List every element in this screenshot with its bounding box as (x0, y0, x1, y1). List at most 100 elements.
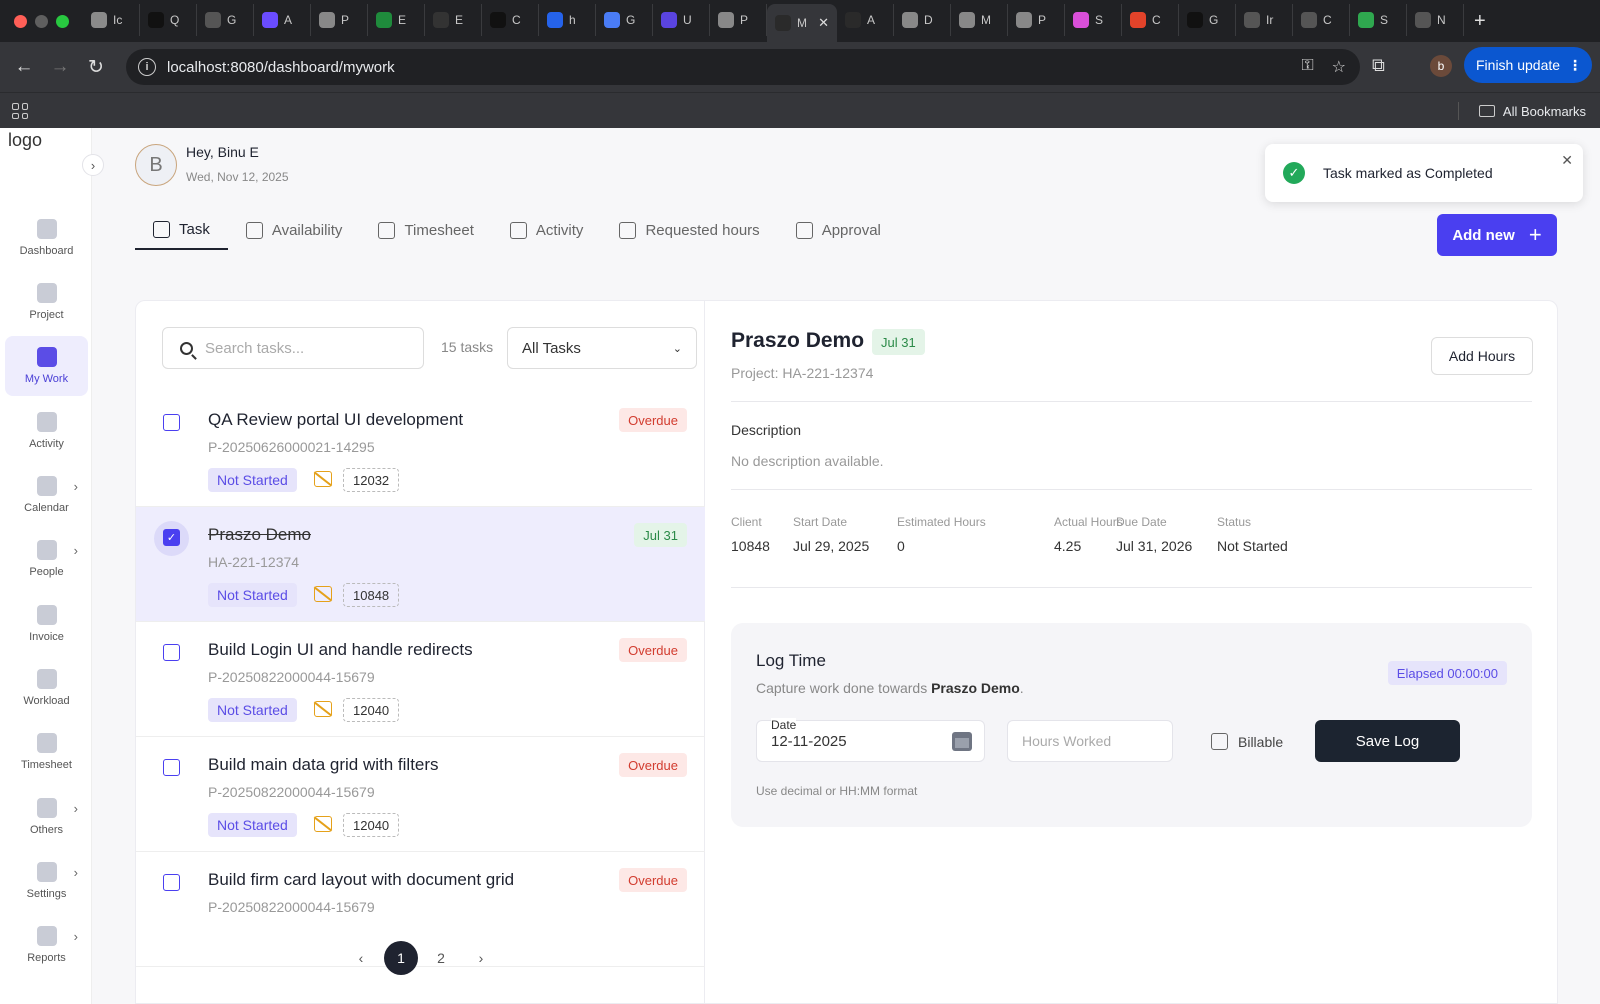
new-tab-button[interactable]: + (1474, 10, 1486, 33)
task-checkbox[interactable] (163, 644, 180, 661)
browser-tab[interactable]: C (482, 4, 539, 36)
add-new-button[interactable]: Add new + (1437, 214, 1557, 256)
extensions-icon[interactable]: ⧉ (1372, 55, 1385, 76)
task-list-item[interactable]: Build main data grid with filters P-2025… (136, 737, 705, 852)
browser-tab[interactable]: C (1293, 4, 1350, 36)
sidebar-toggle-chevron-icon[interactable]: › (82, 154, 104, 176)
sidebar-item-workload[interactable]: Workload (5, 658, 88, 718)
task-checkbox[interactable] (163, 874, 180, 891)
tab-timesheet[interactable]: Timesheet (360, 210, 491, 250)
toast-close-icon[interactable]: ✕ (1561, 152, 1573, 169)
browser-tab[interactable]: N (1407, 4, 1464, 36)
browser-tab[interactable]: P (1008, 4, 1065, 36)
reload-button[interactable]: ↻ (78, 49, 114, 85)
browser-tab[interactable]: A (254, 4, 311, 36)
tab-availability[interactable]: Availability (228, 210, 361, 250)
tab-requested-hours[interactable]: Requested hours (601, 210, 777, 250)
browser-tab[interactable]: S (1065, 4, 1122, 36)
task-checkbox[interactable] (163, 759, 180, 776)
browser-tab[interactable]: G (1179, 4, 1236, 36)
task-checkbox[interactable] (163, 414, 180, 431)
browser-tab[interactable]: M (951, 4, 1008, 36)
page-1-button[interactable]: 1 (384, 941, 418, 975)
billing-off-icon (314, 701, 332, 717)
task-title[interactable]: Build main data grid with filters (208, 755, 439, 775)
minimize-window-button[interactable] (35, 14, 48, 28)
close-tab-icon[interactable]: ✕ (818, 15, 829, 31)
task-list-item[interactable]: Build Login UI and handle redirects P-20… (136, 622, 705, 737)
browser-tab[interactable]: P (311, 4, 368, 36)
logo[interactable]: logo (8, 130, 42, 151)
prev-page-button[interactable]: ‹ (344, 941, 378, 975)
next-page-button[interactable]: › (464, 941, 498, 975)
all-bookmarks-button[interactable]: All Bookmarks (1457, 102, 1586, 120)
url-text[interactable]: localhost:8080/dashboard/mywork (167, 59, 395, 76)
browser-tab[interactable]: P (710, 4, 767, 36)
task-title[interactable]: QA Review portal UI development (208, 410, 463, 430)
sidebar-item-project[interactable]: Project (5, 272, 88, 332)
browser-tab[interactable]: E (368, 4, 425, 36)
tab-task[interactable]: Task (135, 210, 228, 250)
back-button[interactable]: ← (6, 49, 42, 85)
browser-tab[interactable]: h (539, 4, 596, 36)
sidebar-item-calendar[interactable]: Calendar › (5, 465, 88, 525)
hours-worked-input[interactable]: Hours Worked (1007, 720, 1173, 762)
finish-update-button[interactable]: Finish update ⋮ (1464, 47, 1592, 83)
tab-approval[interactable]: Approval (778, 210, 899, 250)
site-info-icon[interactable]: i (138, 58, 156, 76)
browser-tab[interactable]: G (596, 4, 653, 36)
log-date-field[interactable]: Date 12-11-2025 (756, 718, 985, 762)
browser-tab[interactable]: D (894, 4, 951, 36)
browser-tab[interactable]: S (1350, 4, 1407, 36)
checkbox-box[interactable] (1211, 733, 1228, 750)
page-2-button[interactable]: 2 (424, 941, 458, 975)
save-log-button[interactable]: Save Log (1315, 720, 1460, 762)
task-code: P-20250822000044-15679 (208, 784, 375, 800)
tab-favicon-icon (1073, 12, 1089, 28)
task-title[interactable]: Praszo Demo (208, 525, 311, 545)
chevron-right-icon: › (73, 865, 78, 880)
sidebar-item-invoice[interactable]: Invoice (5, 594, 88, 654)
browser-tab[interactable]: Ic (83, 4, 140, 36)
browser-tab[interactable]: C (1122, 4, 1179, 36)
browser-tab[interactable]: Ir (1236, 4, 1293, 36)
browser-tab[interactable]: A (837, 4, 894, 36)
bookmark-star-icon[interactable]: ☆ (1332, 57, 1346, 77)
sidebar-item-my-work[interactable]: My Work (5, 336, 88, 396)
task-title[interactable]: Build Login UI and handle redirects (208, 640, 473, 660)
tab-favicon-icon (1358, 12, 1374, 28)
browser-tab[interactable]: Q (140, 4, 197, 36)
sidebar-item-dashboard[interactable]: Dashboard (5, 208, 88, 268)
tab-activity[interactable]: Activity (492, 210, 602, 250)
task-list-item[interactable]: ✓ Praszo Demo HA-221-12374 Jul 31 Not Sta… (136, 507, 705, 622)
sidebar-item-timesheet[interactable]: Timesheet (5, 722, 88, 782)
task-title[interactable]: Build firm card layout with document gri… (208, 870, 514, 890)
sidebar-item-people[interactable]: People › (5, 529, 88, 589)
search-input[interactable] (205, 339, 405, 357)
calendar-icon[interactable] (952, 732, 972, 751)
sidebar-item-settings[interactable]: Settings › (5, 851, 88, 911)
browser-tab[interactable]: E (425, 4, 482, 36)
billable-checkbox[interactable]: Billable (1211, 733, 1283, 750)
password-key-icon[interactable]: ⚿ (1301, 57, 1313, 77)
forward-button[interactable]: → (42, 49, 78, 85)
task-search[interactable] (162, 327, 424, 369)
sidebar-item-reports[interactable]: Reports › (5, 915, 88, 975)
add-new-label: Add new (1452, 226, 1515, 244)
address-bar[interactable]: i localhost:8080/dashboard/mywork ⚿ ☆ (126, 49, 1360, 85)
profile-avatar[interactable]: b (1430, 55, 1452, 77)
close-window-button[interactable] (14, 14, 27, 28)
task-checkbox[interactable]: ✓ (163, 529, 180, 546)
maximize-window-button[interactable] (56, 14, 69, 28)
date-value[interactable]: 12-11-2025 (771, 733, 847, 750)
sidebar-item-activity[interactable]: Activity (5, 401, 88, 461)
apps-grid-icon[interactable] (12, 103, 28, 119)
browser-tab[interactable]: G (197, 4, 254, 36)
task-list-item[interactable]: QA Review portal UI development P-202506… (136, 392, 705, 507)
sidebar-item-others[interactable]: Others › (5, 787, 88, 847)
task-filter-select[interactable]: All Tasks ⌄ (507, 327, 697, 369)
add-hours-button[interactable]: Add Hours (1431, 337, 1533, 375)
user-avatar[interactable]: B (135, 144, 177, 186)
browser-tab[interactable]: M ✕ (767, 4, 837, 42)
browser-tab[interactable]: U (653, 4, 710, 36)
